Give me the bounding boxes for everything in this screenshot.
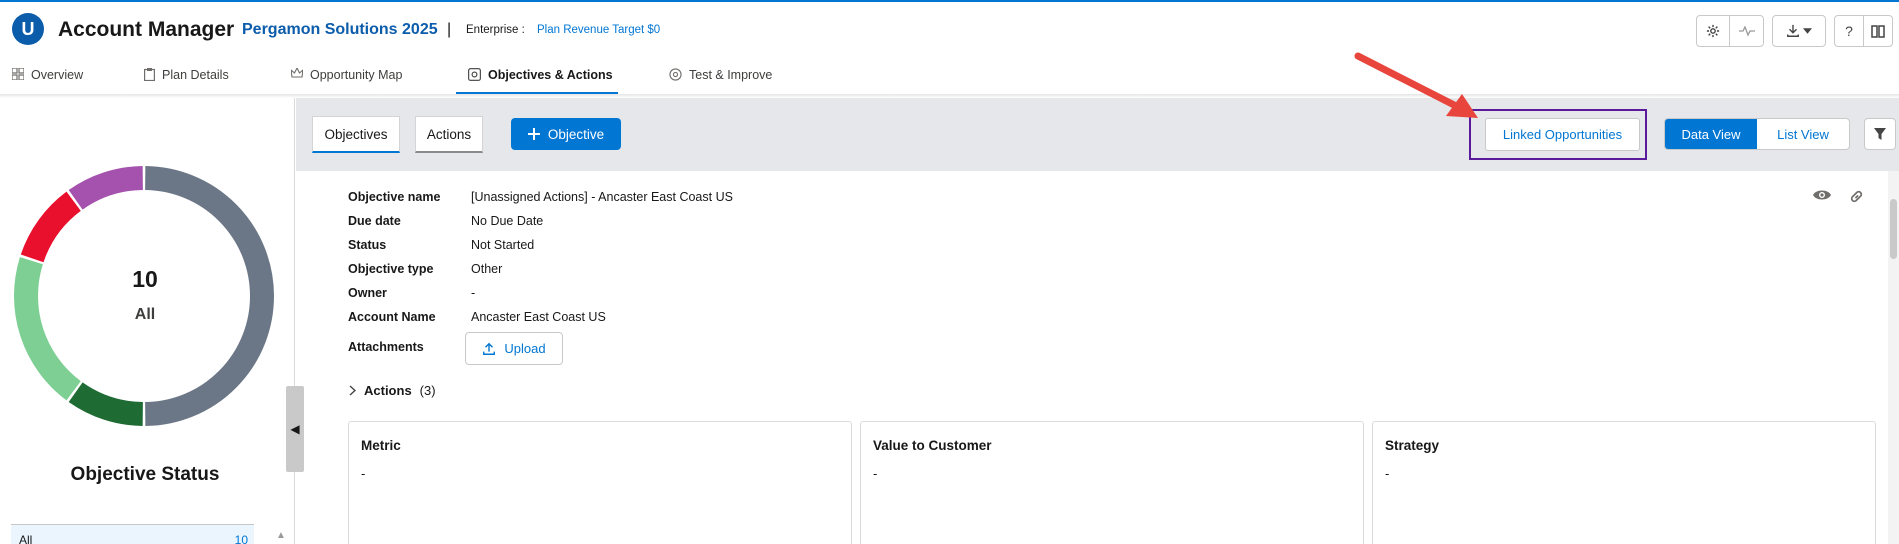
detail-value: [Unassigned Actions] - Ancaster East Coa… bbox=[471, 190, 733, 204]
download-button-group bbox=[1772, 15, 1826, 47]
activity-button[interactable] bbox=[1730, 16, 1763, 46]
app-title: Account Manager bbox=[58, 18, 235, 41]
settings-button[interactable] bbox=[1697, 16, 1730, 46]
detail-value: Not Started bbox=[471, 238, 535, 252]
donut-segment[interactable] bbox=[20, 191, 82, 263]
detail-value: Other bbox=[471, 262, 503, 276]
card-title: Value to Customer bbox=[873, 438, 992, 453]
objective-status-donut-chart bbox=[14, 166, 274, 426]
settings-icon bbox=[1706, 24, 1720, 38]
collapse-panel-button[interactable]: ◀ bbox=[286, 386, 304, 472]
detail-value: Ancaster East Coast US bbox=[471, 310, 606, 324]
donut-segment[interactable] bbox=[145, 166, 274, 426]
card-value: - bbox=[1385, 466, 1390, 481]
chevron-left-icon: ◀ bbox=[290, 422, 300, 436]
chevron-right-icon bbox=[349, 385, 356, 396]
red-annotation-arrow bbox=[1354, 52, 1478, 118]
app-header: U Account Manager Pergamon Solutions 202… bbox=[0, 2, 1899, 54]
donut-total-label: All bbox=[134, 306, 156, 323]
card-value: - bbox=[873, 466, 878, 481]
settings-button-group bbox=[1696, 15, 1764, 47]
detail-label: Account Name bbox=[348, 310, 436, 324]
tab-label: Plan Details bbox=[162, 68, 229, 82]
filter-button[interactable] bbox=[1864, 118, 1896, 150]
plus-icon bbox=[527, 128, 540, 140]
card-title: Strategy bbox=[1385, 438, 1440, 453]
guide-button[interactable] bbox=[1864, 16, 1892, 46]
donut-segments bbox=[14, 166, 274, 426]
upload-icon bbox=[483, 342, 496, 355]
detail-value: - bbox=[471, 286, 476, 300]
tab-opportunity-map[interactable]: Opportunity Map bbox=[291, 62, 402, 94]
filter-icon bbox=[1874, 128, 1886, 140]
tab-label: Opportunity Map bbox=[310, 68, 403, 82]
detail-label: Owner bbox=[348, 286, 387, 300]
help-button[interactable]: ? bbox=[1835, 16, 1864, 46]
card-title: Metric bbox=[361, 438, 401, 453]
donut-segment[interactable] bbox=[68, 382, 144, 426]
atom-icon bbox=[669, 68, 682, 81]
status-filter-all[interactable]: All 10 bbox=[11, 524, 254, 544]
pulse-icon bbox=[1738, 25, 1755, 37]
tab-label: Objectives & Actions bbox=[488, 68, 613, 82]
header-separator: | bbox=[447, 21, 452, 38]
detail-label: Due date bbox=[348, 214, 401, 228]
metric-card: Metric - bbox=[348, 421, 852, 544]
plan-name-link[interactable]: Pergamon Solutions 2025 bbox=[242, 21, 438, 39]
linked-opportunities-button[interactable]: Linked Opportunities bbox=[1485, 118, 1640, 151]
target-icon bbox=[468, 68, 481, 81]
detail-label: Attachments bbox=[348, 340, 424, 354]
add-objective-label: Objective bbox=[547, 126, 605, 142]
download-icon bbox=[1787, 24, 1799, 37]
main-tabs: Overview Plan Details Opportunity Map Ob… bbox=[0, 62, 1899, 94]
actions-expander[interactable]: Actions (3) bbox=[349, 383, 436, 398]
download-menu-button[interactable] bbox=[1773, 16, 1825, 46]
objectives-toggle-button[interactable]: Objectives bbox=[312, 116, 400, 153]
objectives-toolbar: Objectives Actions Objective Linked Oppo… bbox=[296, 98, 1899, 171]
help-icon: ? bbox=[1845, 23, 1853, 39]
clipboard-icon bbox=[144, 68, 155, 81]
app-logo: U bbox=[12, 13, 44, 45]
eye-icon[interactable] bbox=[1812, 188, 1832, 202]
content-scrollbar[interactable] bbox=[1888, 171, 1899, 544]
actions-section-label: Actions bbox=[364, 383, 412, 398]
help-button-group: ? bbox=[1834, 15, 1893, 47]
status-filter-label: All bbox=[19, 533, 33, 544]
crown-icon bbox=[291, 68, 303, 78]
grid-icon bbox=[12, 68, 24, 80]
objective-row-icons bbox=[1812, 188, 1865, 205]
upload-label: Upload bbox=[504, 341, 546, 356]
value-to-customer-card: Value to Customer - bbox=[860, 421, 1364, 544]
tab-test-improve[interactable]: Test & Improve bbox=[669, 62, 772, 94]
card-value: - bbox=[361, 466, 366, 481]
tab-label: Overview bbox=[31, 68, 84, 82]
list-view-button[interactable]: List View bbox=[1757, 119, 1849, 149]
chevron-down-icon bbox=[1803, 28, 1812, 34]
objective-status-title: Objective Status bbox=[70, 464, 220, 485]
scrollbar-thumb[interactable] bbox=[1890, 199, 1897, 259]
actions-section-count: (3) bbox=[419, 383, 436, 398]
detail-label: Objective type bbox=[348, 262, 434, 276]
actions-toggle-button[interactable]: Actions bbox=[415, 116, 483, 153]
panel-scroll-up-icon[interactable]: ▲ bbox=[276, 530, 286, 541]
upload-button[interactable]: Upload bbox=[465, 332, 563, 365]
detail-label: Objective name bbox=[348, 190, 441, 204]
detail-label: Status bbox=[348, 238, 387, 252]
add-objective-button[interactable]: Objective bbox=[511, 118, 621, 150]
book-icon bbox=[1871, 24, 1885, 38]
data-view-button[interactable]: Data View bbox=[1665, 119, 1757, 149]
plan-revenue-target-link[interactable]: Plan Revenue Target $0 bbox=[537, 24, 660, 36]
tab-overview[interactable]: Overview bbox=[12, 62, 83, 94]
detail-value: No Due Date bbox=[471, 214, 544, 228]
enterprise-label: Enterprise : bbox=[466, 24, 525, 36]
donut-segment[interactable] bbox=[68, 166, 144, 210]
link-icon[interactable] bbox=[1848, 188, 1865, 205]
tab-plan-details[interactable]: Plan Details bbox=[144, 62, 229, 94]
tab-objectives-actions[interactable]: Objectives & Actions bbox=[456, 62, 618, 94]
strategy-card: Strategy - bbox=[1372, 421, 1876, 544]
donut-total-count: 10 bbox=[132, 266, 158, 292]
tab-label: Test & Improve bbox=[689, 68, 773, 82]
status-filter-count: 10 bbox=[234, 533, 248, 544]
view-toggle: Data View List View bbox=[1664, 118, 1850, 150]
